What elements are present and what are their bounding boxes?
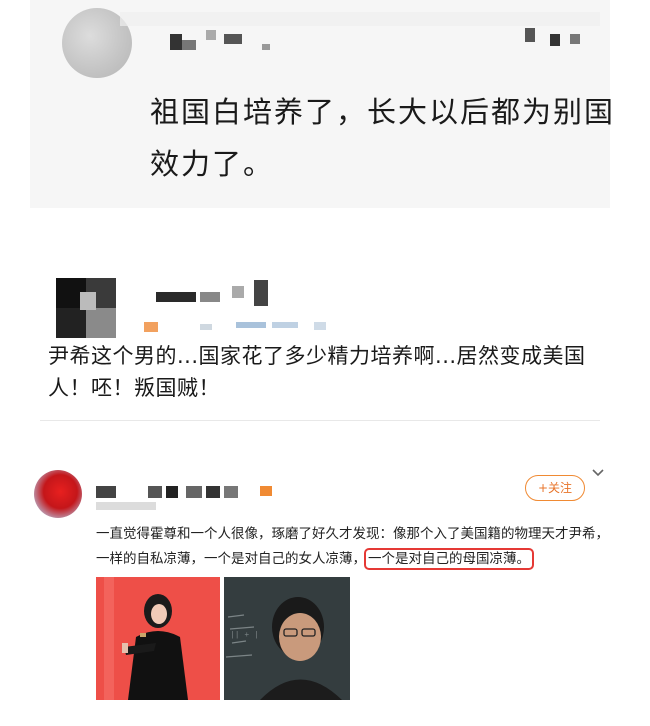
divider [40,420,600,421]
svg-text:|| + |: || + | [230,631,259,640]
highlighted-text: 一个是对自己的母国凉薄。 [364,548,534,570]
post-image-2[interactable]: || + | [224,577,350,700]
woman-photo [96,577,220,700]
avatar[interactable] [56,278,116,338]
post-text: 祖国白培养了，长大以后都为别国效力了。 [150,95,616,181]
post-card-1: 祖国白培养了，长大以后都为别国效力了。 [30,0,613,208]
follow-button[interactable]: +关注 [525,475,585,501]
avatar[interactable] [34,470,82,518]
post-text: 尹希这个男的...国家花了多少精力培养啊...居然变成美国人！呸！叛国贼！ [48,344,586,400]
chevron-down-icon[interactable] [591,468,605,478]
post-text: 一直觉得霍尊和一个人很像，琢磨了好久才发现：像那个入了美国籍的物理天才尹希，一样… [96,522,616,572]
post-text-main: 一直觉得霍尊和一个人很像，琢磨了好久才发现：像那个入了美国籍的物理天才尹希，一样… [96,526,609,567]
post-image-1[interactable] [96,577,220,700]
man-photo: || + | [224,577,350,700]
